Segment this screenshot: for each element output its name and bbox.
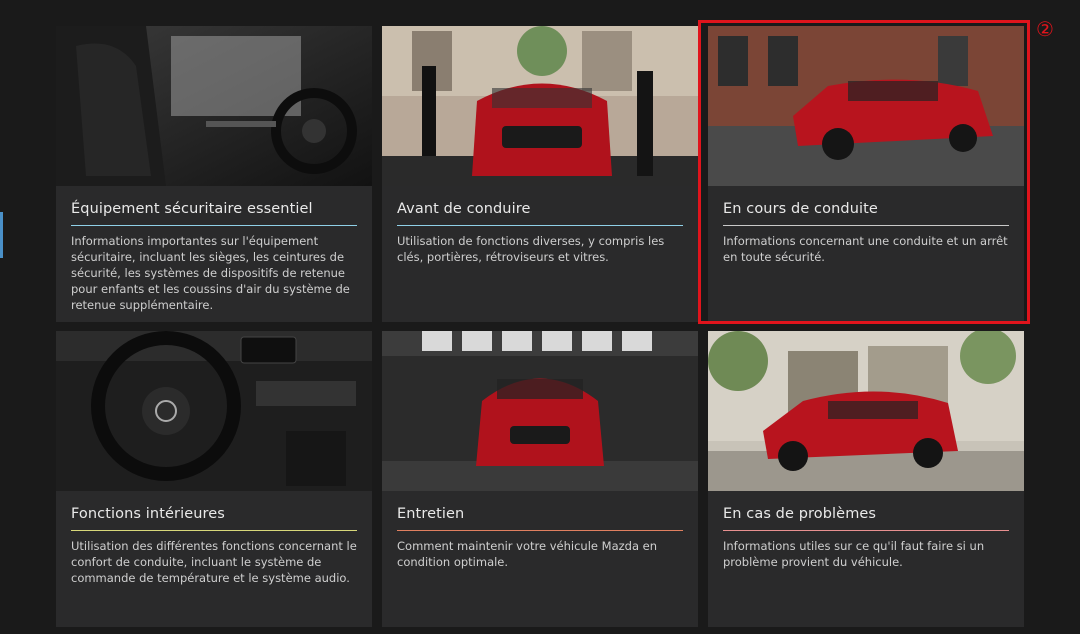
card-description: Informations concernant une conduite et … [723, 234, 1008, 264]
left-edge-tab [0, 212, 3, 258]
card-title: En cas de problèmes [723, 506, 877, 522]
card-safety-equipment[interactable]: Équipement sécuritaire essentiel Informa… [56, 26, 372, 322]
card-title: Entretien [397, 506, 465, 522]
car-garage-image [382, 331, 698, 491]
card-description: Utilisation de fonctions diverses, y com… [397, 234, 665, 264]
car-driving-image [708, 26, 1024, 186]
callout-marker: ② [1036, 17, 1054, 41]
card-maintenance[interactable]: Entretien Comment maintenir votre véhicu… [382, 331, 698, 627]
title-underline [71, 530, 357, 531]
car-parked-image [708, 331, 1024, 491]
title-underline [723, 225, 1009, 226]
card-title: En cours de conduite [723, 201, 878, 217]
card-description: Informations importantes sur l'équipemen… [71, 234, 350, 312]
card-description: Informations utiles sur ce qu'il faut fa… [723, 539, 985, 569]
title-underline [397, 225, 683, 226]
title-underline [397, 530, 683, 531]
title-underline [723, 530, 1009, 531]
title-underline [71, 225, 357, 226]
card-title: Équipement sécuritaire essentiel [71, 201, 313, 217]
card-title: Avant de conduire [397, 201, 531, 217]
category-grid: Équipement sécuritaire essentiel Informa… [0, 0, 1080, 634]
card-title: Fonctions intérieures [71, 506, 225, 522]
steering-wheel-image [56, 331, 372, 491]
card-troubleshooting[interactable]: En cas de problèmes Informations utiles … [708, 331, 1024, 627]
card-while-driving[interactable]: En cours de conduite Informations concer… [708, 26, 1024, 322]
card-description: Comment maintenir votre véhicule Mazda e… [397, 539, 658, 569]
card-description: Utilisation des différentes fonctions co… [71, 539, 357, 585]
card-before-driving[interactable]: Avant de conduire Utilisation de fonctio… [382, 26, 698, 322]
car-front-street-image [382, 26, 698, 186]
card-interior-features[interactable]: Fonctions intérieures Utilisation des di… [56, 331, 372, 627]
interior-seat-image [56, 26, 372, 186]
